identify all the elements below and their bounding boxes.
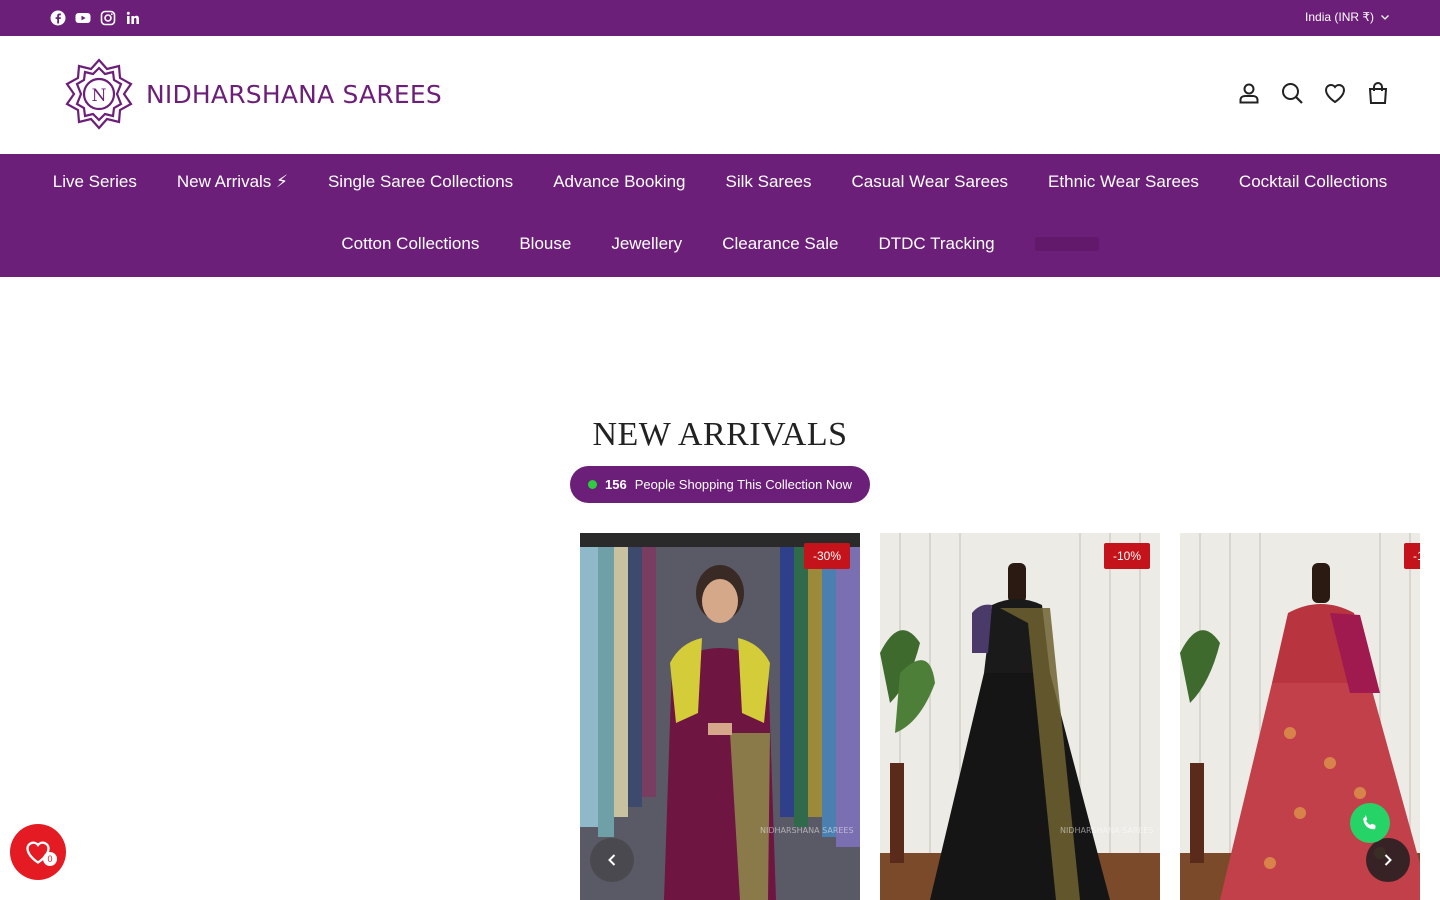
country-selector[interactable]: India (INR ₹): [1305, 10, 1390, 24]
svg-text:NIDHARSHANA SAREES: NIDHARSHANA SAREES: [760, 826, 854, 835]
chevron-down-icon: [1381, 15, 1389, 20]
nav-item-cotton-collections[interactable]: Cotton Collections: [341, 234, 479, 254]
social-links: [50, 10, 141, 26]
nav-item-ethnic-wear-sarees[interactable]: Ethnic Wear Sarees: [1048, 172, 1199, 192]
instagram-icon[interactable]: [100, 10, 116, 26]
nav-item-single-saree-collections[interactable]: Single Saree Collections: [328, 172, 513, 192]
brand-name: NIDHARSHANA SAREES: [146, 79, 442, 109]
country-label: India (INR ₹): [1305, 10, 1374, 24]
discount-badge: -10%: [1403, 543, 1420, 569]
svg-text:NIDHARSHANA SAREES: NIDHARSHANA SAREES: [1060, 826, 1154, 835]
shoppers-count: 156: [605, 477, 627, 492]
shoppers-text: People Shopping This Collection Now: [634, 477, 852, 492]
product-card[interactable]: NIDHARSHANA SAREES -10%: [880, 533, 1160, 900]
section-title: NEW ARRIVALS: [592, 416, 848, 453]
product-carousel: NIDHARSHANA SAREES -30% NIDHARSHANA SARE…: [580, 533, 1420, 900]
wishlist-count-badge: 0: [43, 852, 57, 866]
logo-mandala-icon: N: [65, 58, 133, 130]
svg-text:N: N: [92, 86, 107, 106]
announcement-bar: India (INR ₹): [0, 0, 1440, 36]
main-navigation: Live Series New Arrivals ⚡ Single Saree …: [0, 154, 1440, 277]
nav-item-casual-wear-sarees[interactable]: Casual Wear Sarees: [852, 172, 1009, 192]
search-icon[interactable]: [1280, 81, 1304, 105]
live-shoppers-badge: 156 People Shopping This Collection Now: [570, 466, 870, 503]
nav-item-dtdc-tracking[interactable]: DTDC Tracking: [878, 234, 994, 254]
nav-row-primary: Live Series New Arrivals ⚡ Single Saree …: [0, 172, 1440, 192]
site-header: N NIDHARSHANA SAREES: [0, 36, 1440, 154]
wishlist-icon[interactable]: [1323, 81, 1347, 105]
youtube-icon[interactable]: [75, 10, 91, 26]
product-image[interactable]: NIDHARSHANA SAREES: [880, 533, 1160, 900]
nav-item-blouse[interactable]: Blouse: [519, 234, 571, 254]
facebook-icon[interactable]: [50, 10, 66, 26]
nav-row-secondary: Cotton Collections Blouse Jewellery Clea…: [0, 234, 1440, 254]
cart-icon[interactable]: [1366, 81, 1390, 105]
discount-badge: -10%: [1103, 543, 1150, 569]
account-icon[interactable]: [1237, 81, 1261, 105]
nav-item-clearance-sale[interactable]: Clearance Sale: [722, 234, 838, 254]
header-actions: [1237, 81, 1390, 105]
nav-item-jewellery[interactable]: Jewellery: [611, 234, 682, 254]
chevron-right-icon: [1384, 854, 1392, 866]
nav-item-placeholder: [1034, 237, 1099, 251]
whatsapp-chat-button[interactable]: [1350, 803, 1390, 843]
nav-item-live-series[interactable]: Live Series: [53, 172, 137, 192]
linkedin-icon[interactable]: [125, 10, 141, 26]
carousel-next-button[interactable]: [1366, 838, 1410, 882]
discount-badge: -30%: [803, 543, 850, 569]
floating-wishlist-button[interactable]: 0: [10, 824, 66, 880]
whatsapp-icon: [1363, 815, 1376, 830]
nav-item-silk-sarees[interactable]: Silk Sarees: [726, 172, 812, 192]
nav-item-new-arrivals[interactable]: New Arrivals ⚡: [177, 172, 288, 192]
nav-item-advance-booking[interactable]: Advance Booking: [553, 172, 685, 192]
carousel-prev-button[interactable]: [590, 838, 634, 882]
brand-logo[interactable]: N NIDHARSHANA SAREES: [62, 57, 442, 131]
chevron-left-icon: [608, 854, 616, 866]
live-dot-icon: [588, 480, 597, 489]
nav-item-cocktail-collections[interactable]: Cocktail Collections: [1239, 172, 1387, 192]
